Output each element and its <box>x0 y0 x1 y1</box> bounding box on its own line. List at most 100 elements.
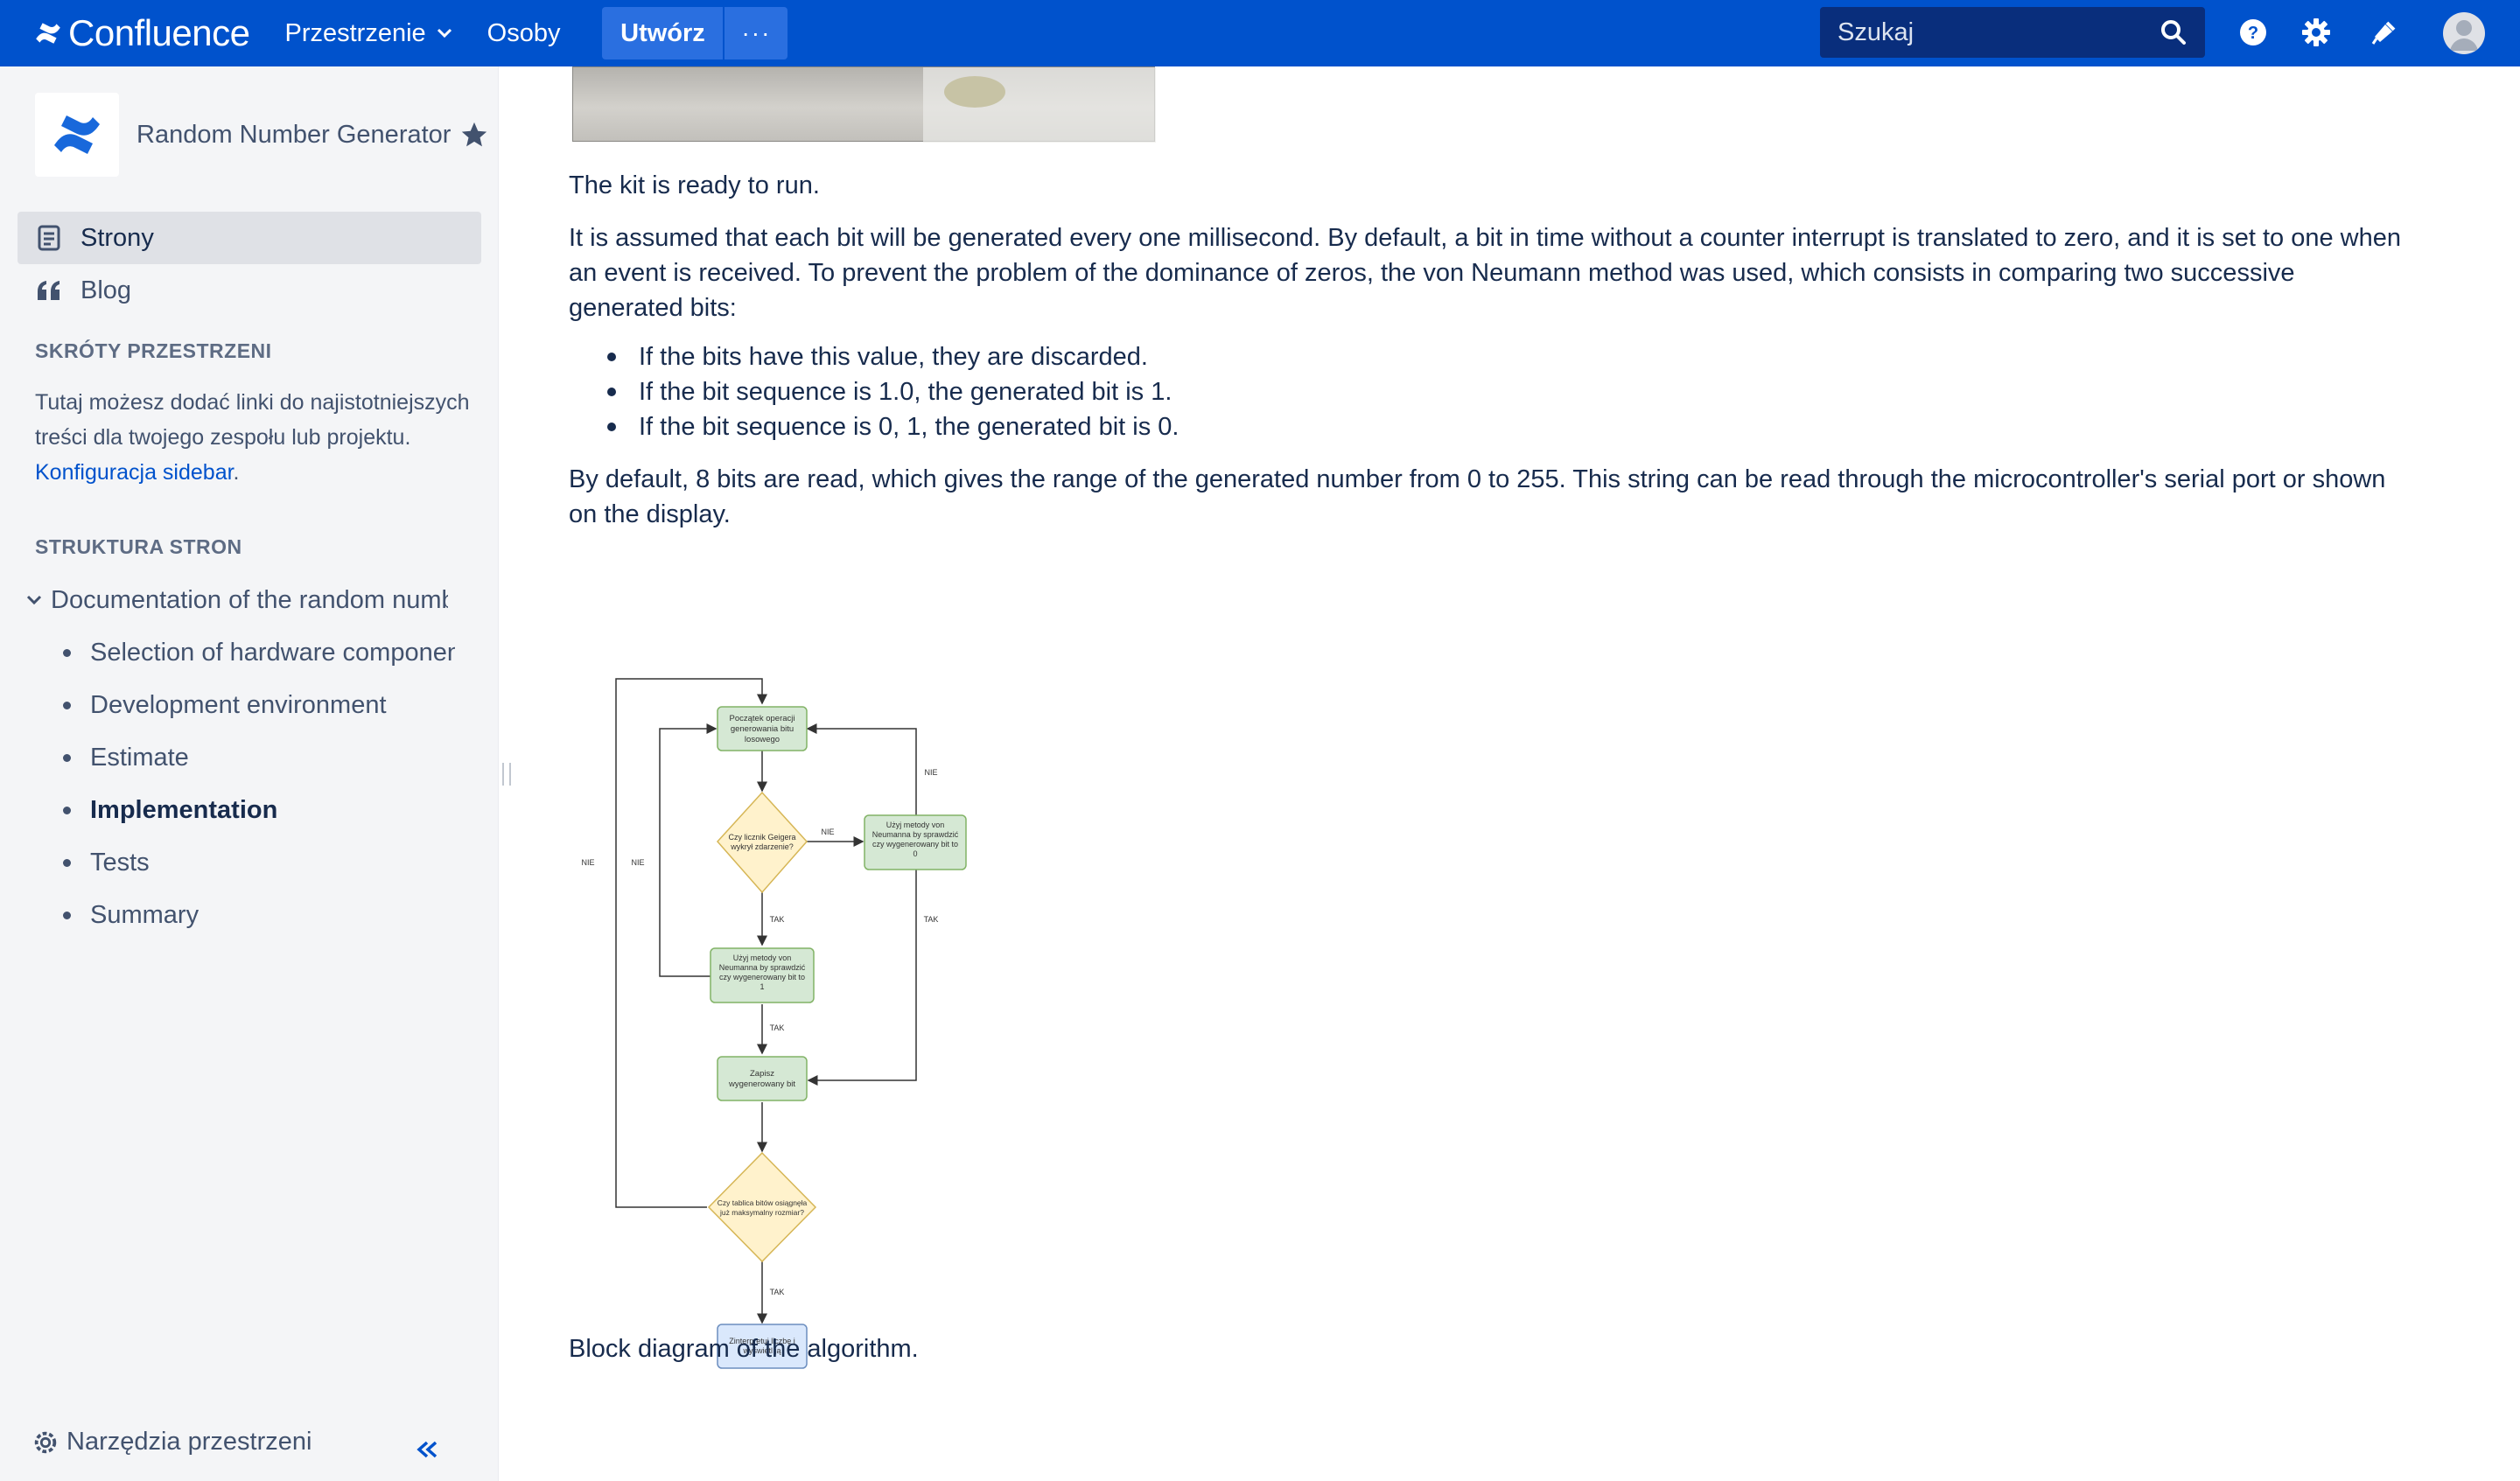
flow-text: Neumanna by sprawdzić <box>872 830 959 839</box>
create-group: Utwórz ··· <box>602 7 788 59</box>
edge-label-yes: TAK <box>924 915 939 924</box>
space-header: Random Number Generator <box>35 93 489 177</box>
search-icon[interactable] <box>2160 18 2188 46</box>
tree-item-label: Summary <box>90 900 200 929</box>
svg-text:?: ? <box>2248 24 2258 43</box>
list-item: If the bit sequence is 0, 1, the generat… <box>607 409 1179 444</box>
tree-item-label: Development environment <box>90 690 387 719</box>
page-tree: Documentation of the random number gener… <box>26 574 481 941</box>
sidebar-config-link[interactable]: Konfiguracja sidebar <box>35 460 234 485</box>
sidebar-item-pages[interactable]: Strony <box>18 212 481 264</box>
spaces-label: Przestrzenie <box>284 18 426 47</box>
page-tree-heading: STRUKTURA STRON <box>35 535 242 558</box>
flow-start-box: Początek operacji generowania bitu losow… <box>717 706 808 751</box>
space-logo[interactable] <box>35 93 119 177</box>
edge-label-no: NIE <box>821 828 834 836</box>
space-name[interactable]: Random Number Generator <box>136 121 451 150</box>
quote-icon <box>35 276 63 304</box>
help-icon[interactable]: ? <box>2236 16 2270 49</box>
flow-text: generowania bitu <box>731 724 794 734</box>
search-input[interactable] <box>1838 17 2152 47</box>
flow-text: już maksymalny rozmiar? <box>719 1208 804 1217</box>
create-button[interactable]: Utwórz <box>602 7 724 59</box>
top-navigation: Confluence Przestrzenie Osoby Utwórz ···… <box>0 0 2520 66</box>
flow-text: Początek operacji <box>730 714 795 723</box>
chevron-down-icon <box>437 24 452 44</box>
paragraph-assumption: It is assumed that each bit will be gene… <box>569 224 2401 322</box>
tree-item-tests[interactable]: Tests <box>26 836 455 889</box>
tree-item-label: Estimate <box>90 743 189 772</box>
tree-root-label: Documentation of the random number gener… <box>51 585 448 614</box>
flow-text: czy wygenerowany bit to <box>872 840 958 849</box>
kit-photo[interactable] <box>572 66 1156 143</box>
flow-text: 0 <box>913 849 917 858</box>
shortcuts-heading: SKRÓTY PRZESTRZENI <box>35 339 272 362</box>
chevron-down-icon[interactable] <box>26 590 42 611</box>
tree-item-dev-environment[interactable]: Development environment <box>26 679 455 731</box>
star-icon[interactable] <box>459 120 489 150</box>
flow-decision-array-size: Czy tablica bitów osiągnęła już maksymal… <box>707 1151 817 1263</box>
flow-text: Użyj metody von <box>886 821 945 829</box>
people-link[interactable]: Osoby <box>487 19 561 48</box>
flow-text: Czy licznik Geigera <box>728 833 795 842</box>
edge-label-no: NIE <box>924 768 937 777</box>
search-box[interactable] <box>1820 7 2205 58</box>
tree-item-estimate[interactable]: Estimate <box>26 731 455 784</box>
flow-text: wykrył zdarzenie? <box>730 842 794 851</box>
bullet-icon <box>63 753 71 762</box>
flowchart: Początek operacji generowania bitu losow… <box>581 678 967 1369</box>
diagram-caption: Block diagram of the algorithm. <box>569 1335 919 1363</box>
tree-item-implementation[interactable]: Implementation <box>26 784 455 836</box>
flow-text: 1 <box>760 982 764 991</box>
confluence-logo[interactable]: Confluence <box>33 12 250 54</box>
bullet-icon <box>63 858 71 867</box>
space-tools-button[interactable]: Narzędzia przestrzeni <box>32 1428 312 1457</box>
tree-item-summary[interactable]: Summary <box>26 889 455 941</box>
flow-save-bit: Zapisz wygenerowany bit <box>717 1056 808 1101</box>
list-item: If the bit sequence is 1.0, the generate… <box>607 374 1179 409</box>
flow-text: Neumanna by sprawdzić <box>719 963 806 972</box>
pages-icon <box>35 224 63 252</box>
flow-text: Zapisz <box>750 1069 774 1079</box>
tree-root-item[interactable]: Documentation of the random number gener… <box>26 574 448 626</box>
paragraph-kit-ready: The kit is ready to run. <box>569 171 820 199</box>
sidebar: Random Number Generator Strony Blog SKRÓ… <box>0 66 499 1481</box>
flow-text: losowego <box>745 735 780 744</box>
gear-icon <box>34 1431 57 1453</box>
more-create-button[interactable]: ··· <box>724 7 788 59</box>
people-label: Osoby <box>486 18 561 47</box>
sidebar-item-label: Blog <box>80 276 132 304</box>
gear-icon[interactable] <box>2300 16 2333 49</box>
flow-text: czy wygenerowany bit to <box>719 973 805 982</box>
edge-label-yes: TAK <box>770 1023 785 1032</box>
flow-text: Użyj metody von <box>733 954 792 962</box>
space-tools-label: Narzędzia przestrzeni <box>66 1428 312 1456</box>
sidebar-nav: Strony Blog <box>18 212 481 317</box>
paragraph-range: By default, 8 bits are read, which gives… <box>569 465 2386 528</box>
avatar[interactable] <box>2443 12 2485 54</box>
spaces-menu[interactable]: Przestrzenie <box>284 19 452 48</box>
sidebar-item-label: Strony <box>80 223 154 252</box>
flow-text: wygenerowany bit <box>728 1079 795 1089</box>
bullet-icon <box>63 806 71 814</box>
user-icon <box>2450 20 2478 51</box>
edge-label-no: NIE <box>581 858 594 867</box>
edge-label-yes: TAK <box>770 915 785 924</box>
flow-decision-geiger: Czy licznik Geigera wykrył zdarzenie? <box>716 791 808 894</box>
sidebar-resize-handle[interactable] <box>502 763 511 786</box>
shortcuts-description: Tutaj możesz dodać linki do najistotniej… <box>35 390 470 450</box>
edge-label-yes: TAK <box>770 1288 785 1296</box>
bullet-icon <box>63 911 71 919</box>
brand-name: Confluence <box>68 12 250 53</box>
sidebar-item-blog[interactable]: Blog <box>18 264 481 317</box>
confluence-logo-icon <box>36 23 60 44</box>
collapse-sidebar-icon[interactable] <box>415 1431 439 1469</box>
list-item: If the bits have this value, they are di… <box>607 339 1179 374</box>
notifications-icon[interactable] <box>2368 16 2401 49</box>
bullet-icon <box>63 648 71 657</box>
tree-item-label: Selection of hardware components <box>90 638 455 667</box>
algorithm-diagram[interactable]: Początek operacji generowania bitu losow… <box>569 597 989 1384</box>
tree-item-hardware[interactable]: Selection of hardware components <box>26 626 455 679</box>
photo-detail <box>944 76 1005 108</box>
flow-text: Czy tablica bitów osiągnęła <box>718 1198 808 1207</box>
